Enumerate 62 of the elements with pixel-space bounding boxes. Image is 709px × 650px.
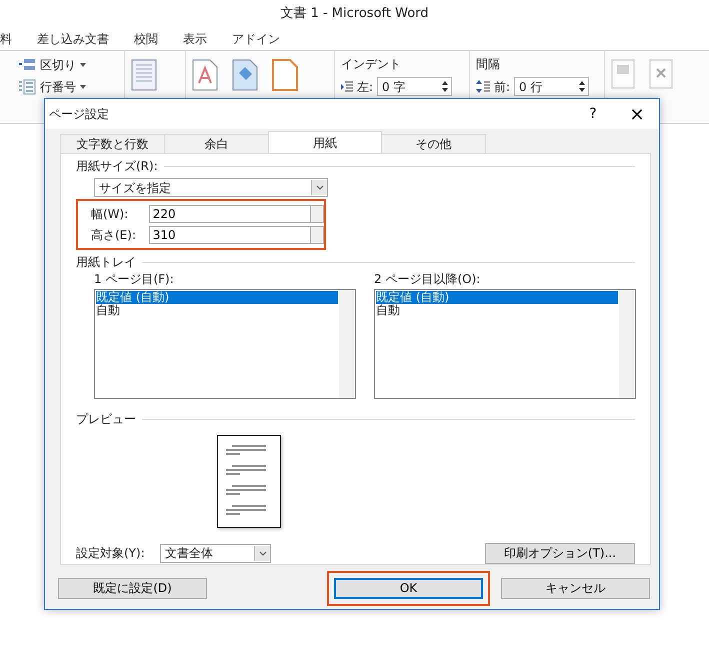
caret-icon [80,63,86,67]
ribbon-command[interactable]: 行番号 [18,79,118,95]
field-label: 前: [494,80,510,94]
caret-icon [316,185,324,190]
tray-list[interactable]: 既定値 (自動) 自動 [374,289,636,399]
field-label: 左: [357,80,374,94]
ribbon-command[interactable]: 区切り [18,57,118,73]
spin-button[interactable] [311,204,324,222]
dialog-button[interactable]: 既定に設定(D) [58,578,207,598]
position-icon [611,59,635,89]
help-button[interactable]: ? [571,105,615,123]
field-label: 幅(W): [91,206,130,220]
line-numbers-icon [18,79,36,95]
ribbon-tab[interactable]: 料 [0,32,25,46]
breaks-icon [18,57,36,73]
page-icon[interactable] [272,59,298,91]
spin-button[interactable] [311,226,324,244]
caret-icon [258,550,266,556]
section-heading: 用紙サイズ(R): [76,159,158,173]
list-item[interactable]: 既定値 (自動) [376,291,618,304]
number-field[interactable]: 220 [148,204,312,222]
field-label: 設定対象(Y): [76,546,146,560]
list-item[interactable]: 既定値 (自動) [96,291,338,304]
tab[interactable]: 文字数と行数 [60,134,165,153]
watermark-icon[interactable] [192,59,218,91]
dialog-button[interactable]: キャンセル [501,578,650,598]
list-item[interactable]: 自動 [376,304,618,317]
spin-icon[interactable] [442,81,448,92]
group-title: 間隔 [476,57,501,71]
list-label: 1 ページ目(F): [94,272,175,286]
manuscript-paper-icon[interactable] [131,59,157,91]
spacing-icon [476,80,490,93]
scrollbar[interactable] [619,290,635,398]
close-button[interactable]: × [615,102,659,126]
ok-button[interactable]: OK [334,578,483,598]
wrap-text-icon [649,59,673,89]
spacing-field[interactable]: 0 行 [514,77,590,96]
indent-icon [341,80,353,92]
dialog-title: ページ設定 [49,107,110,121]
ribbon-tab[interactable]: 表示 [171,32,220,46]
tab[interactable]: 余白 [164,134,269,153]
tab[interactable]: その他 [381,134,486,153]
scrollbar[interactable] [339,290,355,398]
number-field[interactable]: 310 [148,226,312,244]
field-label: 高さ(E): [91,228,137,242]
group-title: インデント [341,57,402,71]
print-options-button[interactable]: 印刷オプション(T)... [485,542,635,564]
caret-icon [80,85,86,89]
ribbon-tab[interactable]: 差し込み文書 [25,32,122,46]
tab[interactable]: 用紙 [268,131,382,153]
list-label: 2 ページ目以降(O): [374,272,482,286]
ribbon-tab[interactable]: アドイン [220,32,293,46]
section-heading: プレビュー [76,412,136,426]
paper-size-dropdown[interactable]: サイズを指定 [94,178,328,197]
section-heading: 用紙トレイ [76,255,136,269]
paint-bucket-icon[interactable] [232,59,258,91]
indent-field[interactable]: 0 字 [377,77,452,96]
spin-icon[interactable] [579,81,586,92]
list-item[interactable]: 自動 [96,304,338,317]
apply-to-dropdown[interactable]: 文書全体 [160,544,271,562]
tray-list[interactable]: 既定値 (自動) 自動 [94,289,356,399]
ribbon-tab[interactable]: 校閲 [122,32,171,46]
